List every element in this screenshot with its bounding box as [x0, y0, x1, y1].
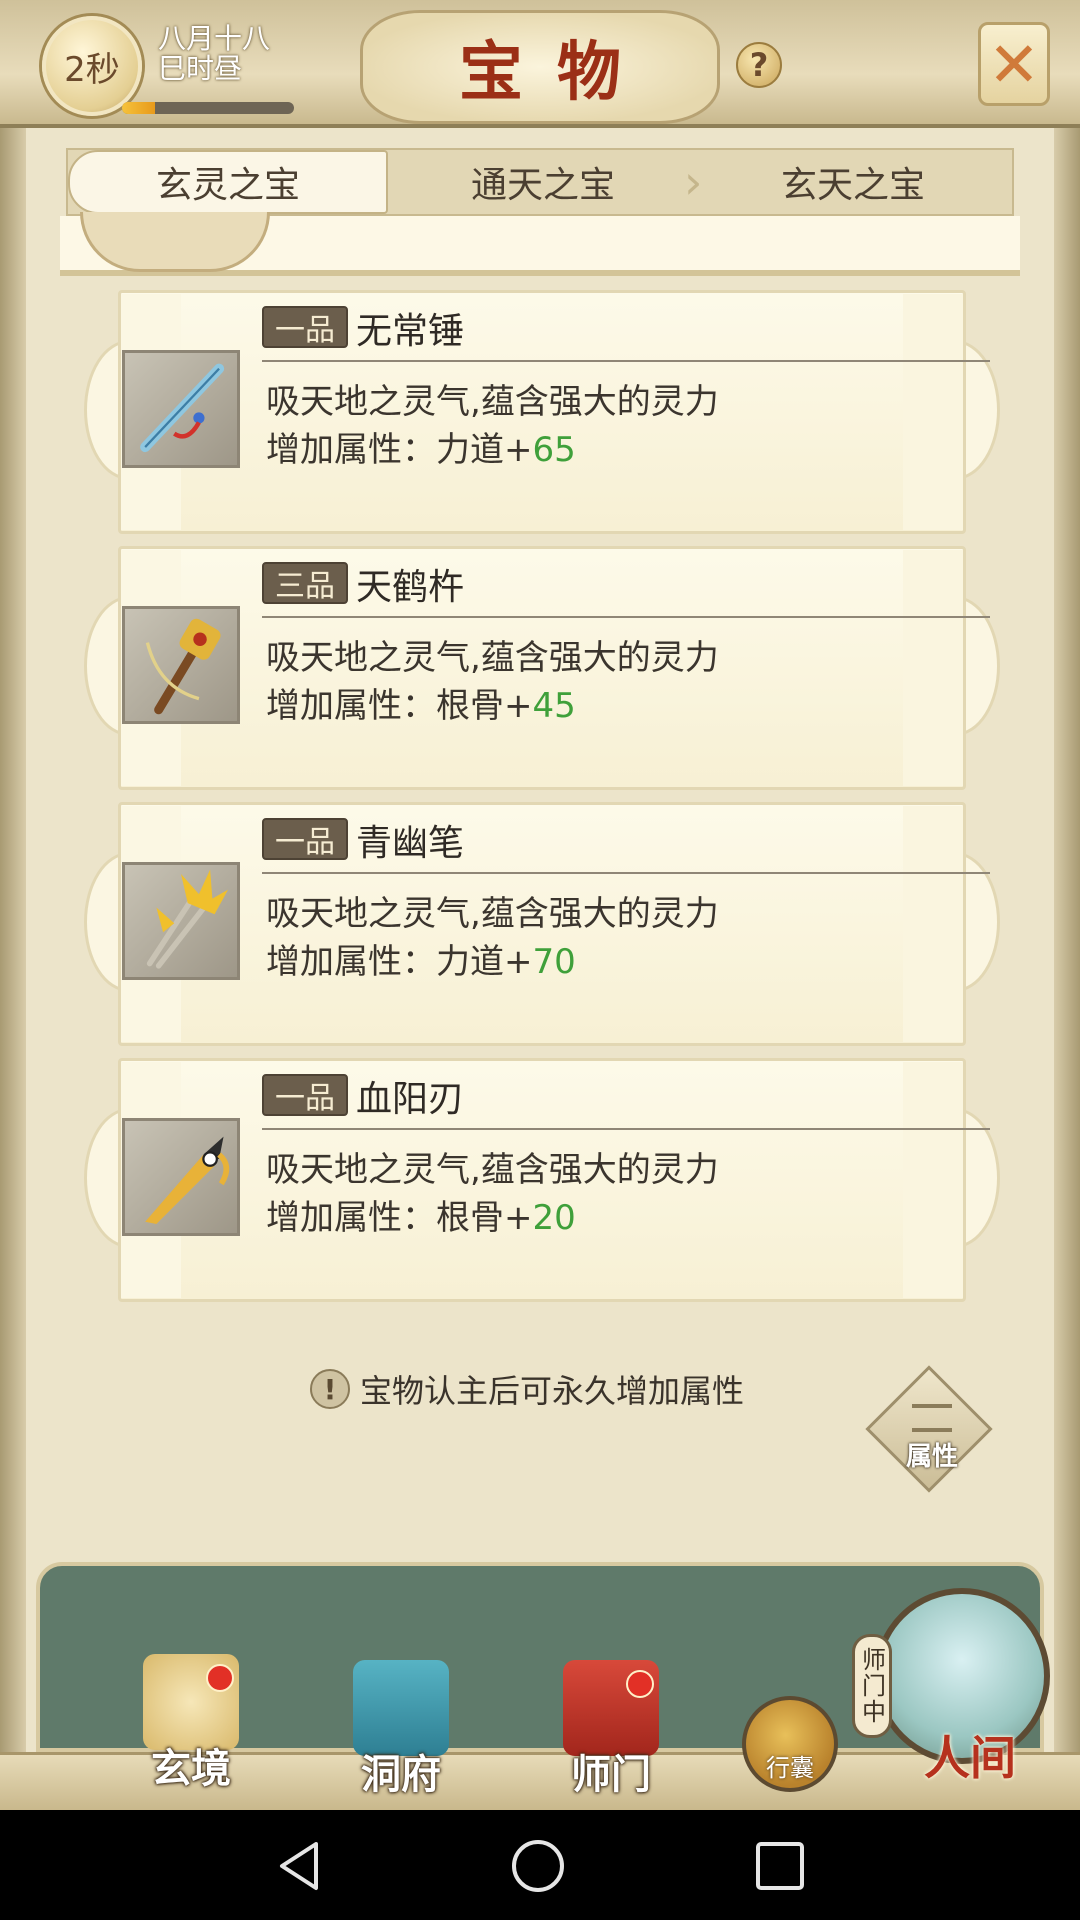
- header-bar: 2秒 八月十八 巳时昼 宝物 ? ✕: [0, 0, 1080, 128]
- close-x-icon: ✕: [988, 27, 1040, 101]
- nav-dongfu[interactable]: 洞府: [336, 1660, 466, 1800]
- page-title: 宝物: [459, 35, 655, 110]
- blade-icon[interactable]: [122, 1118, 240, 1236]
- date-line2: 巳时昼: [158, 52, 243, 85]
- item-name: 血阳刃: [356, 1079, 465, 1120]
- back-icon[interactable]: [272, 1838, 328, 1894]
- divider: [262, 872, 990, 874]
- item-name: 青幽笔: [356, 823, 465, 864]
- grade-badge: 一品: [262, 1074, 348, 1116]
- bag-label: 行囊: [766, 1754, 814, 1782]
- item-name: 无常锤: [356, 311, 465, 352]
- world-label: 人间: [924, 1731, 1016, 1785]
- timer-badge: 2秒: [42, 16, 142, 116]
- notification-dot: [626, 1670, 654, 1698]
- tab-xuantian[interactable]: 玄天之宝: [698, 150, 1008, 214]
- flute-icon[interactable]: [122, 350, 240, 468]
- list-item[interactable]: 一品 青幽笔 吸天地之灵气,蕴含强大的灵力 增加属性：力道+70: [84, 802, 1000, 1046]
- item-name: 天鹤杵: [356, 567, 465, 608]
- attr-value: 70: [532, 942, 576, 982]
- attr-value: 45: [532, 686, 576, 726]
- panel-ornament: [80, 212, 270, 272]
- tab-xuanling[interactable]: 玄灵之宝: [68, 150, 388, 214]
- grade-badge: 一品: [262, 818, 348, 860]
- notification-dot: [206, 1664, 234, 1692]
- item-attribute: 增加属性：力道+70: [266, 934, 576, 983]
- help-button[interactable]: ?: [736, 42, 782, 88]
- tab-label: 玄天之宝: [780, 165, 925, 206]
- item-description: 吸天地之灵气,蕴含强大的灵力: [266, 894, 719, 934]
- item-attribute: 增加属性：力道+65: [266, 422, 576, 471]
- help-icon: ?: [749, 46, 769, 84]
- nav-label: 玄境: [151, 1745, 231, 1792]
- card-fill: [903, 806, 963, 1042]
- frame-left: [0, 0, 26, 1810]
- nav-label: 师门: [571, 1751, 651, 1798]
- game-date: 八月十八 巳时昼: [158, 24, 270, 84]
- item-description: 吸天地之灵气,蕴含强大的灵力: [266, 382, 719, 422]
- timer-text: 2秒: [64, 49, 120, 90]
- attr-value: 65: [532, 430, 576, 470]
- page-title-plate: 宝物: [360, 10, 720, 124]
- grade-badge: 三品: [262, 562, 348, 604]
- tab-tongtian[interactable]: 通天之宝: [388, 150, 698, 214]
- nav-xuanjing[interactable]: 玄境: [126, 1654, 256, 1794]
- list-item[interactable]: 一品 无常锤 吸天地之灵气,蕴含强大的灵力 增加属性：力道+65: [84, 290, 1000, 534]
- system-nav-bar: [0, 1810, 1080, 1920]
- hint-text: ! 宝物认主后可永久增加属性: [310, 1364, 744, 1414]
- close-button[interactable]: ✕: [978, 22, 1050, 106]
- item-attribute: 增加属性：根骨+45: [266, 678, 576, 727]
- time-progress-bar: [122, 102, 294, 114]
- attr-label: 增加属性：力道+: [266, 430, 533, 470]
- list-item[interactable]: 一品 血阳刃 吸天地之灵气,蕴含强大的灵力 增加属性：根骨+20: [84, 1058, 1000, 1302]
- tab-label: 通天之宝: [470, 165, 615, 206]
- divider: [262, 616, 990, 618]
- divider: [262, 1128, 990, 1130]
- home-icon[interactable]: [510, 1838, 566, 1894]
- attr-label: 增加属性：根骨+: [266, 1198, 533, 1238]
- attr-label: 增加属性：根骨+: [266, 686, 533, 726]
- attr-label: 增加属性：力道+: [266, 942, 533, 982]
- game-screen: 2秒 八月十八 巳时昼 宝物 ? ✕ 玄灵之宝 › 通天之宝 玄天之宝 一品 无…: [0, 0, 1080, 1810]
- list-icon: [912, 1404, 952, 1432]
- pestle-icon[interactable]: [122, 606, 240, 724]
- item-attribute: 增加属性：根骨+20: [266, 1190, 576, 1239]
- item-description: 吸天地之灵气,蕴含强大的灵力: [266, 638, 719, 678]
- card-fill: [903, 294, 963, 530]
- divider: [262, 360, 990, 362]
- hint-label: 宝物认主后可永久增加属性: [360, 1372, 745, 1410]
- exclamation-icon: !: [310, 1369, 350, 1409]
- date-line1: 八月十八: [158, 22, 271, 55]
- frame-right: [1054, 0, 1080, 1810]
- tab-label: 玄灵之宝: [155, 165, 300, 206]
- category-tabs: 玄灵之宝 › 通天之宝 玄天之宝: [66, 148, 1014, 216]
- nav-label: 洞府: [361, 1751, 441, 1798]
- card-fill: [903, 550, 963, 786]
- recents-icon[interactable]: [752, 1838, 808, 1894]
- brush-icon[interactable]: [122, 862, 240, 980]
- nav-shimen[interactable]: 师门: [546, 1660, 676, 1800]
- grade-badge: 一品: [262, 306, 348, 348]
- card-fill: [903, 1062, 963, 1298]
- time-progress-fill: [122, 102, 155, 114]
- attribute-button-label: 属性: [905, 1442, 958, 1472]
- item-description: 吸天地之灵气,蕴含强大的灵力: [266, 1150, 719, 1190]
- attr-value: 20: [532, 1198, 576, 1238]
- list-item[interactable]: 三品 天鹤杵 吸天地之灵气,蕴含强大的灵力 增加属性：根骨+45: [84, 546, 1000, 790]
